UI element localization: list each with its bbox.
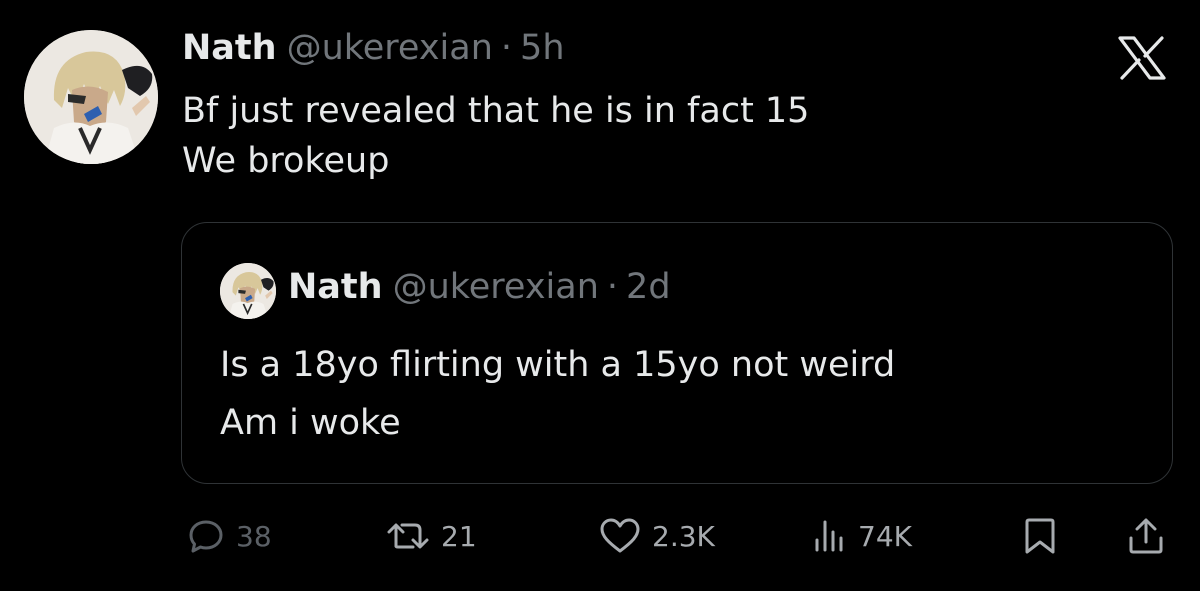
views-icon: [812, 516, 848, 556]
like-count: 2.3K: [652, 519, 715, 553]
quoted-tweet[interactable]: Nath @ukerexian · 2d Is a 18yo flirting …: [181, 222, 1173, 484]
reply-icon: [186, 516, 226, 556]
quoted-author-avatar[interactable]: [220, 263, 276, 319]
tweet-card[interactable]: Nath @ukerexian · 5h Bf just revealed th…: [0, 0, 1200, 591]
avatar-illustration: [24, 30, 158, 164]
quoted-text-line: Am i woke: [220, 403, 401, 443]
repost-count: 21: [441, 519, 477, 553]
author-name[interactable]: Nath: [182, 28, 277, 68]
views-button[interactable]: 74K: [812, 508, 912, 564]
quoted-tweet-header: Nath @ukerexian · 2d: [288, 267, 671, 307]
action-bar: 38 21 2.3K 74K: [0, 508, 1200, 564]
tweet-timestamp[interactable]: 5h: [520, 28, 564, 68]
heart-icon: [598, 516, 642, 556]
quoted-tweet-timestamp[interactable]: 2d: [626, 267, 671, 307]
reply-count: 38: [236, 519, 272, 553]
quoted-author-name[interactable]: Nath: [288, 267, 383, 307]
repost-button[interactable]: 21: [385, 508, 477, 564]
separator-dot: ·: [500, 28, 513, 68]
share-button[interactable]: [1126, 508, 1166, 564]
like-button[interactable]: 2.3K: [598, 508, 715, 564]
author-handle[interactable]: @ukerexian: [287, 28, 493, 68]
quoted-tweet-text: Is a 18yo flirting with a 15yo not weird…: [220, 336, 895, 452]
x-logo-icon: [1116, 36, 1168, 80]
separator-dot: ·: [606, 267, 619, 307]
repost-icon: [385, 516, 431, 556]
tweet-text-line: We brokeup: [182, 141, 390, 181]
bookmark-button[interactable]: [1022, 508, 1058, 564]
quoted-author-handle[interactable]: @ukerexian: [393, 267, 599, 307]
tweet-header: Nath @ukerexian · 5h: [182, 28, 565, 76]
avatar-illustration: [220, 263, 276, 319]
bookmark-icon: [1022, 516, 1058, 556]
quoted-text-line: Is a 18yo flirting with a 15yo not weird: [220, 345, 896, 385]
tweet-text-line: Bf just revealed that he is in fact 15: [182, 91, 810, 131]
author-avatar[interactable]: [24, 30, 158, 164]
views-count: 74K: [858, 519, 912, 553]
tweet-text: Bf just revealed that he is in fact 15 W…: [182, 86, 809, 186]
reply-button[interactable]: 38: [186, 508, 272, 564]
share-icon: [1126, 516, 1166, 556]
